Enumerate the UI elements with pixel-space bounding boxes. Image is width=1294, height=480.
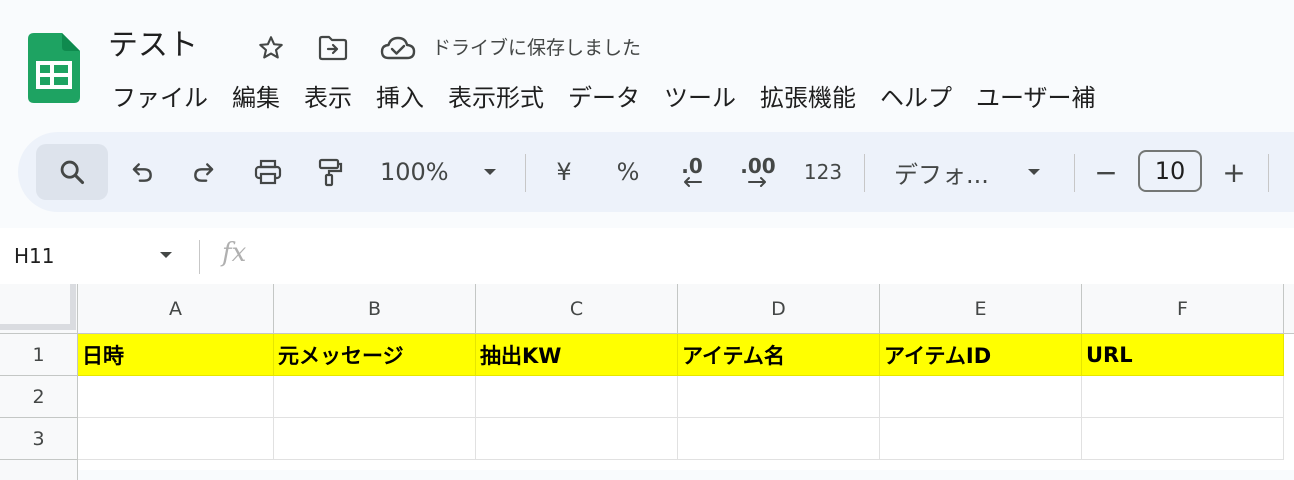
- menu-tools[interactable]: ツール: [652, 78, 748, 118]
- redo-button[interactable]: [184, 144, 224, 200]
- number-format-label: 123: [803, 160, 843, 184]
- currency-format-button[interactable]: ¥: [544, 144, 584, 200]
- name-box[interactable]: H11: [14, 240, 55, 272]
- column-header-b[interactable]: B: [274, 284, 476, 334]
- increase-decimal-label: .00: [740, 154, 776, 178]
- minus-icon: −: [1094, 155, 1118, 189]
- font-size-input[interactable]: 10: [1138, 150, 1202, 192]
- menu-format[interactable]: 表示形式: [436, 78, 556, 118]
- cell-a2[interactable]: [78, 376, 274, 418]
- move-to-folder-icon[interactable]: [318, 33, 348, 63]
- formula-bar: H11 fx: [0, 228, 1294, 284]
- cell-d1[interactable]: アイテム名: [678, 334, 880, 376]
- spreadsheet-grid: A B C D E F 1 2 3 日時 元メッセージ 抽出KW アイテム名 ア…: [0, 284, 1294, 480]
- chevron-down-icon[interactable]: [158, 250, 174, 260]
- percent-label: %: [616, 158, 640, 186]
- chevron-down-icon: [484, 169, 496, 175]
- toolbar-divider: [1074, 154, 1075, 192]
- cell-f3[interactable]: [1082, 418, 1284, 460]
- star-icon[interactable]: [256, 33, 286, 63]
- column-header-c[interactable]: C: [476, 284, 678, 334]
- cell-c3[interactable]: [476, 418, 678, 460]
- column-header-a[interactable]: A: [78, 284, 274, 334]
- currency-label: ¥: [556, 158, 572, 186]
- paint-format-icon: [318, 158, 343, 187]
- zoom-value: 100%: [380, 158, 449, 186]
- fx-icon: fx: [222, 238, 247, 268]
- zoom-select[interactable]: 100%: [374, 144, 510, 200]
- cell-a1[interactable]: 日時: [78, 334, 274, 376]
- increase-font-size-button[interactable]: +: [1216, 144, 1252, 200]
- menubar: ファイル 編集 表示 挿入 表示形式 データ ツール 拡張機能 ヘルプ ユーザー…: [100, 78, 1108, 118]
- decrease-font-size-button[interactable]: −: [1088, 144, 1124, 200]
- menu-view[interactable]: 表示: [292, 78, 364, 118]
- cell-f2[interactable]: [1082, 376, 1284, 418]
- toolbar: 100% ¥ % .0 .00 123 デフォ... − 10 +: [18, 132, 1294, 212]
- row-header-4-partial[interactable]: [0, 460, 78, 480]
- plus-icon: +: [1222, 155, 1246, 189]
- row-header-2[interactable]: 2: [0, 376, 78, 418]
- cell-b3[interactable]: [274, 418, 476, 460]
- toolbar-divider: [864, 154, 865, 192]
- decrease-decimal-label: .0: [681, 154, 703, 178]
- formula-input[interactable]: [270, 238, 1270, 274]
- cell-e1[interactable]: アイテムID: [880, 334, 1082, 376]
- save-status[interactable]: ドライブに保存しました: [432, 34, 641, 62]
- percent-format-button[interactable]: %: [606, 144, 650, 200]
- font-select[interactable]: デフォ...: [884, 144, 1050, 200]
- increase-decimal-button[interactable]: .00: [730, 144, 786, 200]
- column-header-g-partial[interactable]: [1284, 284, 1294, 334]
- search-icon: [60, 160, 85, 185]
- cell-d3[interactable]: [678, 418, 880, 460]
- cell-c2[interactable]: [476, 376, 678, 418]
- cell-d2[interactable]: [678, 376, 880, 418]
- google-sheets-logo-icon[interactable]: [28, 33, 80, 103]
- more-formats-button[interactable]: 123: [798, 144, 848, 200]
- menu-file[interactable]: ファイル: [100, 78, 220, 118]
- undo-icon: [132, 163, 152, 182]
- row-header-3[interactable]: 3: [0, 418, 78, 460]
- undo-button[interactable]: [122, 144, 162, 200]
- cell-b2[interactable]: [274, 376, 476, 418]
- formula-divider: [199, 240, 200, 274]
- row-header-1[interactable]: 1: [0, 334, 78, 376]
- menu-extensions[interactable]: 拡張機能: [748, 78, 868, 118]
- column-header-e[interactable]: E: [880, 284, 1082, 334]
- cell-b1[interactable]: 元メッセージ: [274, 334, 476, 376]
- search-menus-button[interactable]: [36, 144, 108, 200]
- toolbar-divider: [1268, 154, 1269, 192]
- column-header-d[interactable]: D: [678, 284, 880, 334]
- decrease-decimal-button[interactable]: .0: [668, 144, 716, 200]
- redo-icon: [194, 163, 214, 182]
- column-header-f[interactable]: F: [1082, 284, 1284, 334]
- cell-f1[interactable]: URL: [1082, 334, 1284, 376]
- menu-accessibility[interactable]: ユーザー補: [964, 78, 1108, 118]
- cell-c1[interactable]: 抽出KW: [476, 334, 678, 376]
- arrow-left-icon: [684, 177, 702, 187]
- menu-edit[interactable]: 編集: [220, 78, 292, 118]
- toolbar-divider: [525, 154, 526, 192]
- arrow-right-icon: [748, 177, 766, 187]
- print-icon: [254, 159, 282, 185]
- menu-insert[interactable]: 挿入: [364, 78, 436, 118]
- font-name: デフォ...: [894, 160, 989, 189]
- cloud-saved-icon[interactable]: [380, 33, 416, 63]
- print-button[interactable]: [246, 144, 290, 200]
- select-all-corner[interactable]: [0, 284, 78, 334]
- cell-e3[interactable]: [880, 418, 1082, 460]
- freeze-row-handle[interactable]: [0, 324, 76, 330]
- chevron-down-icon: [1028, 169, 1040, 175]
- menu-data[interactable]: データ: [556, 78, 652, 118]
- cell-e2[interactable]: [880, 376, 1082, 418]
- document-title[interactable]: テスト: [108, 26, 198, 66]
- menu-help[interactable]: ヘルプ: [868, 78, 964, 118]
- cell-a3[interactable]: [78, 418, 274, 460]
- paint-format-button[interactable]: [310, 144, 350, 200]
